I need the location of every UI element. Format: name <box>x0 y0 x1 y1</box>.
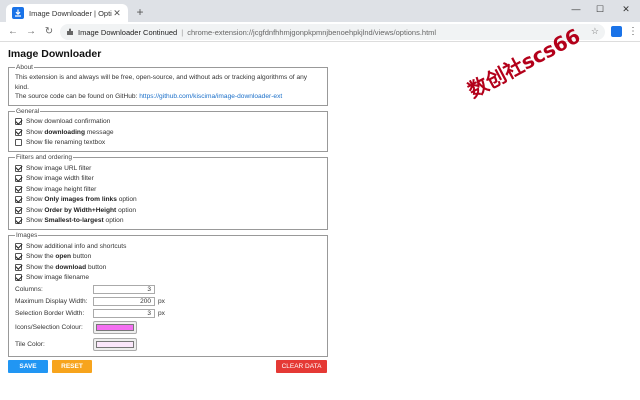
filters-option-label: Show image URL filter <box>26 164 92 172</box>
about-line-1: This extension is and always will be fre… <box>15 74 308 91</box>
address-site: Image Downloader Continued <box>78 27 178 37</box>
images-option[interactable]: Show the open button <box>15 252 321 263</box>
max-width-label: Maximum Display Width: <box>15 297 88 305</box>
filters-option[interactable]: Show image height filter <box>15 184 321 195</box>
tab-title: Image Downloader | Options <box>29 8 112 18</box>
images-legend: Images <box>16 232 38 239</box>
page-title: Image Downloader <box>8 48 102 60</box>
reset-button[interactable]: RESET <box>52 360 92 373</box>
border-width-row: Selection Border Width: 3 px <box>15 307 321 319</box>
filters-checkbox[interactable] <box>15 185 22 193</box>
download-icon <box>12 7 24 19</box>
tile-colour-label: Tile Color: <box>15 341 45 348</box>
filters-option[interactable]: Show Only images from links option <box>15 195 321 206</box>
about-section: About This extension is and always will … <box>8 64 328 106</box>
images-option[interactable]: Show additional info and shortcuts <box>15 241 321 252</box>
about-legend: About <box>16 64 33 71</box>
tab-strip: Image Downloader | Options ✕ + — ☐ ✕ <box>0 0 640 22</box>
button-bar: SAVE RESET CLEAR DATA <box>8 360 328 374</box>
images-section: Images Show additional info and shortcut… <box>8 232 328 357</box>
filters-legend: Filters and ordering <box>16 154 72 161</box>
close-window-button[interactable]: ✕ <box>614 0 638 18</box>
address-url: chrome-extension://jcgfdnfhhmjgonpkpmnjb… <box>187 27 437 37</box>
filters-section: Filters and ordering Show image URL filt… <box>8 154 328 230</box>
clear-data-button[interactable]: CLEAR DATA <box>276 360 327 373</box>
columns-input[interactable]: 3 <box>93 284 155 294</box>
filters-option[interactable]: Show image width filter <box>15 174 321 185</box>
images-option-label: Show additional info and shortcuts <box>26 242 127 250</box>
address-separator: | <box>181 27 184 37</box>
filters-checkbox[interactable] <box>15 164 22 172</box>
about-line-2: The source code can be found on GitHub: … <box>15 92 321 102</box>
minimize-button[interactable]: — <box>564 0 588 18</box>
images-option-label: Show the open button <box>26 253 92 261</box>
images-option[interactable]: Show image filename <box>15 273 321 284</box>
border-width-label: Selection Border Width: <box>15 309 85 317</box>
filters-checkbox[interactable] <box>15 217 22 225</box>
save-button[interactable]: SAVE <box>8 360 48 373</box>
images-checkbox[interactable] <box>15 274 22 282</box>
options-page: Image Downloader About This extension is… <box>8 48 328 374</box>
address-bar[interactable]: Image Downloader Continued | chrome-exte… <box>60 24 605 40</box>
max-width-unit: px <box>158 297 165 305</box>
tile-colour-swatch <box>96 341 134 348</box>
images-option-label: Show image filename <box>26 274 90 282</box>
icons-colour-swatch <box>96 324 134 331</box>
columns-row: Columns: 3 <box>15 283 321 295</box>
max-width-input[interactable]: 200 <box>93 296 155 306</box>
general-option[interactable]: Show downloading message <box>15 127 321 138</box>
images-option-label: Show the download button <box>26 263 107 271</box>
images-checkbox[interactable] <box>15 253 22 261</box>
github-link[interactable]: https://github.com/kiscima/image-downloa… <box>139 93 282 100</box>
general-option-label: Show download confirmation <box>26 118 111 126</box>
general-option-label: Show file renaming textbox <box>26 139 106 147</box>
filters-option[interactable]: Show Order by Width+Height option <box>15 205 321 216</box>
back-button[interactable]: ← <box>6 25 20 39</box>
forward-button[interactable]: → <box>24 25 38 39</box>
filters-checkbox[interactable] <box>15 196 22 204</box>
icons-colour-label: Icons/Selection Colour: <box>15 324 83 331</box>
filters-option[interactable]: Show image URL filter <box>15 163 321 174</box>
filters-option[interactable]: Show Smallest-to-largest option <box>15 216 321 227</box>
filters-option-label: Show Order by Width+Height option <box>26 206 137 214</box>
filters-checkbox[interactable] <box>15 175 22 183</box>
general-legend: General <box>16 107 40 115</box>
border-width-unit: px <box>158 309 165 317</box>
filters-option-label: Show image height filter <box>26 185 97 193</box>
general-option-label: Show downloading message <box>26 128 114 136</box>
general-option[interactable]: Show file renaming textbox <box>15 138 321 149</box>
general-checkbox[interactable] <box>15 118 22 126</box>
images-option[interactable]: Show the download button <box>15 262 321 273</box>
filters-option-label: Show image width filter <box>26 175 94 183</box>
close-tab-icon[interactable]: ✕ <box>112 8 122 18</box>
filters-option-label: Show Only images from links option <box>26 196 137 204</box>
icons-colour-row: Icons/Selection Colour: <box>15 319 321 336</box>
general-checkbox[interactable] <box>15 128 22 136</box>
columns-label: Columns: <box>15 285 43 293</box>
border-width-input[interactable]: 3 <box>93 308 155 318</box>
filters-checkbox[interactable] <box>15 206 22 214</box>
general-option[interactable]: Show download confirmation <box>15 117 321 128</box>
reload-button[interactable]: ↻ <box>42 25 56 39</box>
max-width-row: Maximum Display Width: 200 px <box>15 295 321 307</box>
filters-option-label: Show Smallest-to-largest option <box>26 217 124 225</box>
about-source-text: The source code can be found on GitHub: <box>15 93 140 100</box>
general-section: General Show download confirmation Show d… <box>8 107 328 152</box>
new-tab-button[interactable]: + <box>134 6 146 18</box>
icons-colour-picker[interactable] <box>93 321 137 334</box>
tab-options[interactable]: Image Downloader | Options ✕ <box>6 4 128 22</box>
images-checkbox[interactable] <box>15 242 22 250</box>
images-checkbox[interactable] <box>15 263 22 271</box>
menu-icon[interactable]: ⋮ <box>626 25 640 39</box>
puzzle-icon <box>67 28 73 35</box>
bookmark-star-icon[interactable]: ☆ <box>591 26 599 37</box>
tile-colour-row: Tile Color: <box>15 336 321 353</box>
maximize-button[interactable]: ☐ <box>588 0 612 18</box>
general-checkbox[interactable] <box>15 139 22 147</box>
tile-colour-picker[interactable] <box>93 338 137 351</box>
